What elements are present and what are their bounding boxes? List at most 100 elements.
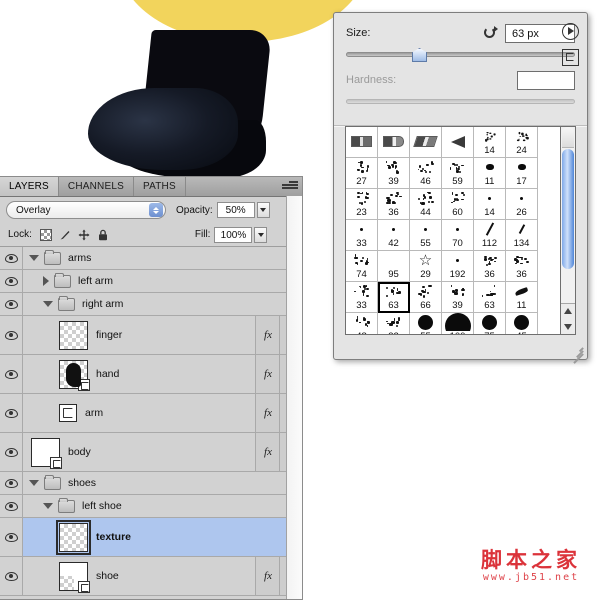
- layer-row-shoe[interactable]: shoe fx: [0, 557, 302, 596]
- layer-name[interactable]: hand: [96, 368, 119, 380]
- chevron-down-icon[interactable]: [29, 255, 39, 261]
- size-slider-knob[interactable]: [412, 48, 427, 62]
- layer-row-arm[interactable]: arm fx: [0, 394, 302, 433]
- layer-visibility-toggle[interactable]: [0, 293, 23, 315]
- layer-thumbnail[interactable]: [56, 519, 91, 555]
- lock-image-pixels-icon[interactable]: [59, 229, 71, 241]
- brush-preset-cell[interactable]: 33: [346, 282, 378, 313]
- brush-preset-cell[interactable]: ☆ 29: [410, 251, 442, 282]
- layer-name[interactable]: body: [68, 446, 91, 458]
- layer-name[interactable]: left shoe: [82, 500, 122, 512]
- layer-effects-icon[interactable]: fx: [255, 433, 280, 471]
- brush-preset-cell[interactable]: 11: [474, 158, 506, 189]
- brush-preset-cell[interactable]: 95: [378, 251, 410, 282]
- layer-visibility-toggle[interactable]: [0, 355, 23, 393]
- layer-row-right-arm[interactable]: right arm: [0, 293, 302, 316]
- brush-preset-cell[interactable]: [346, 127, 378, 158]
- scrollbar-arrows[interactable]: [561, 303, 575, 334]
- brush-preset-cell[interactable]: 33: [346, 220, 378, 251]
- brush-preset-cell[interactable]: 55: [410, 220, 442, 251]
- brush-preset-cell[interactable]: 70: [442, 220, 474, 251]
- layer-name[interactable]: shoe: [96, 570, 119, 582]
- brush-preset-cell[interactable]: 42: [378, 220, 410, 251]
- layer-thumbnail[interactable]: [31, 437, 62, 469]
- fill-dropdown-icon[interactable]: [254, 226, 268, 243]
- brush-preset-cell[interactable]: 36: [378, 189, 410, 220]
- layer-visibility-toggle[interactable]: [0, 247, 23, 269]
- chevron-down-icon[interactable]: [43, 503, 53, 509]
- brush-preset-cell[interactable]: 112: [474, 220, 506, 251]
- brush-preset-cell[interactable]: 74: [346, 251, 378, 282]
- brush-preset-grid-container[interactable]: 14 24 27 39 46 59 11 17 23 36 44 60 14 26 33 42 55 70 112 1…: [345, 126, 567, 335]
- layer-list[interactable]: arms left arm right arm finger fx hand fx arm fx…: [0, 247, 302, 599]
- chevron-down-icon[interactable]: [43, 301, 53, 307]
- layer-thumbnail[interactable]: [59, 359, 90, 391]
- brush-preset-cell[interactable]: 39: [442, 282, 474, 313]
- brush-preset-cell[interactable]: 24: [506, 127, 538, 158]
- layer-effects-icon[interactable]: fx: [255, 355, 280, 393]
- layer-name[interactable]: texture: [96, 531, 131, 543]
- layer-effects-icon[interactable]: fx: [255, 557, 280, 595]
- layer-thumbnail[interactable]: [59, 320, 88, 350]
- tab-paths[interactable]: PATHS: [134, 177, 186, 196]
- blend-mode-select[interactable]: Overlay: [6, 201, 166, 219]
- brush-preset-cell[interactable]: 75: [474, 313, 506, 334]
- brush-preset-cell[interactable]: 26: [506, 189, 538, 220]
- chevron-right-icon[interactable]: [43, 276, 49, 286]
- brush-preset-cell[interactable]: 32: [378, 313, 410, 334]
- resize-grip-icon[interactable]: [569, 342, 584, 363]
- layer-visibility-toggle[interactable]: [0, 316, 23, 354]
- layer-name[interactable]: finger: [96, 329, 122, 341]
- brush-preset-cell[interactable]: 59: [442, 158, 474, 189]
- brush-preset-cell[interactable]: 60: [442, 189, 474, 220]
- opacity-dropdown-icon[interactable]: [256, 202, 270, 218]
- hardness-slider[interactable]: [346, 95, 575, 107]
- layer-row-body[interactable]: body fx: [0, 433, 302, 472]
- lock-transparent-pixels-icon[interactable]: [39, 228, 52, 241]
- brush-preset-cell[interactable]: 134: [506, 220, 538, 251]
- brush-preset-cell[interactable]: 14: [474, 189, 506, 220]
- brush-preset-cell[interactable]: 45: [506, 313, 538, 334]
- layer-visibility-toggle[interactable]: [0, 433, 23, 471]
- brush-preset-cell[interactable]: 36: [474, 251, 506, 282]
- brush-preset-cell[interactable]: 63: [474, 282, 506, 313]
- layer-name[interactable]: right arm: [82, 298, 123, 310]
- play-icon[interactable]: [562, 23, 579, 40]
- brush-preset-cell[interactable]: 23: [346, 189, 378, 220]
- layer-thumbnail[interactable]: [59, 404, 77, 422]
- brush-preset-cell[interactable]: [378, 127, 410, 158]
- brush-preset-cell[interactable]: 66: [410, 282, 442, 313]
- new-preset-icon[interactable]: [562, 49, 579, 66]
- panel-menu-icon[interactable]: [282, 181, 298, 192]
- brush-preset-cell[interactable]: 55: [410, 313, 442, 334]
- brush-preset-cell[interactable]: 14: [474, 127, 506, 158]
- layer-effects-icon[interactable]: fx: [255, 316, 280, 354]
- layer-visibility-toggle[interactable]: [0, 495, 23, 517]
- brush-preset-cell[interactable]: 63: [378, 282, 410, 313]
- layer-name[interactable]: shoes: [68, 477, 96, 489]
- lock-all-icon[interactable]: [97, 229, 109, 241]
- size-slider[interactable]: [346, 48, 575, 62]
- layer-visibility-toggle[interactable]: [0, 394, 23, 432]
- brush-preset-cell[interactable]: 100: [442, 313, 474, 334]
- brush-preset-cell[interactable]: 27: [346, 158, 378, 189]
- blend-mode-stepper-icon[interactable]: [149, 203, 163, 217]
- brush-preset-cell[interactable]: 36: [506, 251, 538, 282]
- layer-name[interactable]: arm: [85, 407, 103, 419]
- layer-row-hand[interactable]: hand fx: [0, 355, 302, 394]
- layer-row-left-shoe[interactable]: left shoe: [0, 495, 302, 518]
- brush-preset-cell[interactable]: [442, 127, 474, 158]
- layer-row-left-arm[interactable]: left arm: [0, 270, 302, 293]
- brush-preset-cell[interactable]: 46: [410, 158, 442, 189]
- tab-channels[interactable]: CHANNELS: [59, 177, 134, 196]
- layer-visibility-toggle[interactable]: [0, 472, 23, 494]
- layer-row-texture[interactable]: texture: [0, 518, 302, 557]
- reset-rotation-icon[interactable]: [484, 25, 498, 40]
- tab-layers[interactable]: LAYERS: [0, 177, 59, 196]
- layer-visibility-toggle[interactable]: [0, 557, 23, 595]
- brush-preset-cell[interactable]: 11: [506, 282, 538, 313]
- brush-preset-cell[interactable]: 17: [506, 158, 538, 189]
- brush-preset-cell[interactable]: [410, 127, 442, 158]
- fill-input[interactable]: 100%: [214, 226, 253, 243]
- opacity-input[interactable]: 50%: [216, 202, 255, 218]
